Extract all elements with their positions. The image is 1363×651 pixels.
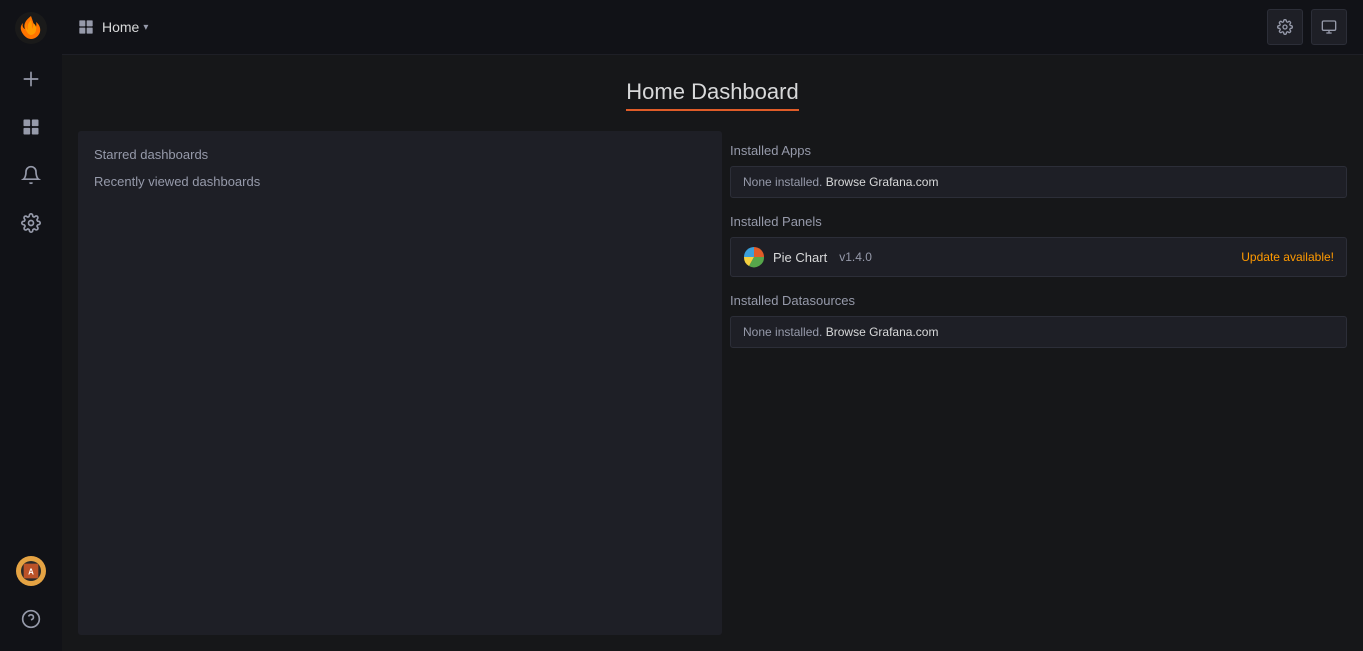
grid-icon	[21, 117, 41, 137]
sidebar-bottom: A	[0, 547, 62, 651]
page-title: Home Dashboard	[626, 79, 798, 111]
recently-viewed-link[interactable]: Recently viewed dashboards	[94, 174, 706, 189]
topbar: Home ▾	[62, 0, 1363, 55]
tv-mode-button[interactable]	[1311, 9, 1347, 45]
help-icon	[21, 609, 41, 629]
panel-row-left: Pie Chart v1.4.0	[743, 246, 872, 268]
sidebar-item-alerting[interactable]	[0, 151, 62, 199]
page-header: Home Dashboard	[62, 55, 1363, 131]
svg-text:A: A	[28, 567, 34, 576]
user-avatar: A	[16, 556, 46, 586]
apps-none-text: None installed.	[743, 175, 822, 189]
sidebar-item-user[interactable]: A	[0, 547, 62, 595]
topbar-home-label: Home	[102, 19, 139, 35]
sidebar-item-configuration[interactable]	[0, 199, 62, 247]
gear-icon	[21, 213, 41, 233]
sidebar-item-create[interactable]	[0, 55, 62, 103]
left-panel: Starred dashboards Recently viewed dashb…	[78, 131, 722, 635]
grafana-logo[interactable]	[0, 0, 62, 55]
sidebar-item-dashboards[interactable]	[0, 103, 62, 151]
topbar-home-icon	[78, 19, 94, 35]
topbar-right	[1267, 9, 1347, 45]
sidebar-item-help[interactable]	[0, 595, 62, 643]
pie-chart-panel-row: Pie Chart v1.4.0 Update available!	[730, 237, 1347, 277]
installed-datasources-item: None installed. Browse Grafana.com	[730, 316, 1347, 348]
settings-icon	[1277, 19, 1293, 35]
main-area: Home ▾ Home Dashboard	[62, 0, 1363, 651]
pie-chart-name: Pie Chart	[773, 250, 827, 265]
bell-icon	[21, 165, 41, 185]
installed-panels-title: Installed Panels	[730, 202, 1347, 237]
starred-dashboards-link[interactable]: Starred dashboards	[94, 147, 706, 162]
installed-apps-item: None installed. Browse Grafana.com	[730, 166, 1347, 198]
pie-chart-version: v1.4.0	[839, 250, 872, 264]
topbar-chevron: ▾	[143, 22, 148, 33]
content: Home Dashboard Starred dashboards Recent…	[62, 55, 1363, 651]
settings-button[interactable]	[1267, 9, 1303, 45]
ds-browse-link[interactable]: Browse Grafana.com	[826, 325, 939, 339]
plus-icon	[21, 69, 41, 89]
installed-datasources-title: Installed Datasources	[730, 281, 1347, 316]
right-panel: Installed Apps None installed. Browse Gr…	[730, 131, 1347, 635]
sidebar: A	[0, 0, 62, 651]
sidebar-nav	[0, 55, 62, 547]
ds-none-text: None installed.	[743, 325, 822, 339]
update-available-badge[interactable]: Update available!	[1241, 250, 1334, 264]
installed-apps-title: Installed Apps	[730, 131, 1347, 166]
topbar-title[interactable]: Home ▾	[102, 19, 148, 35]
pie-chart-icon	[743, 246, 765, 268]
topbar-left: Home ▾	[78, 19, 148, 35]
apps-browse-link[interactable]: Browse Grafana.com	[826, 175, 939, 189]
monitor-icon	[1321, 19, 1337, 35]
dashboard-content: Starred dashboards Recently viewed dashb…	[62, 131, 1363, 651]
